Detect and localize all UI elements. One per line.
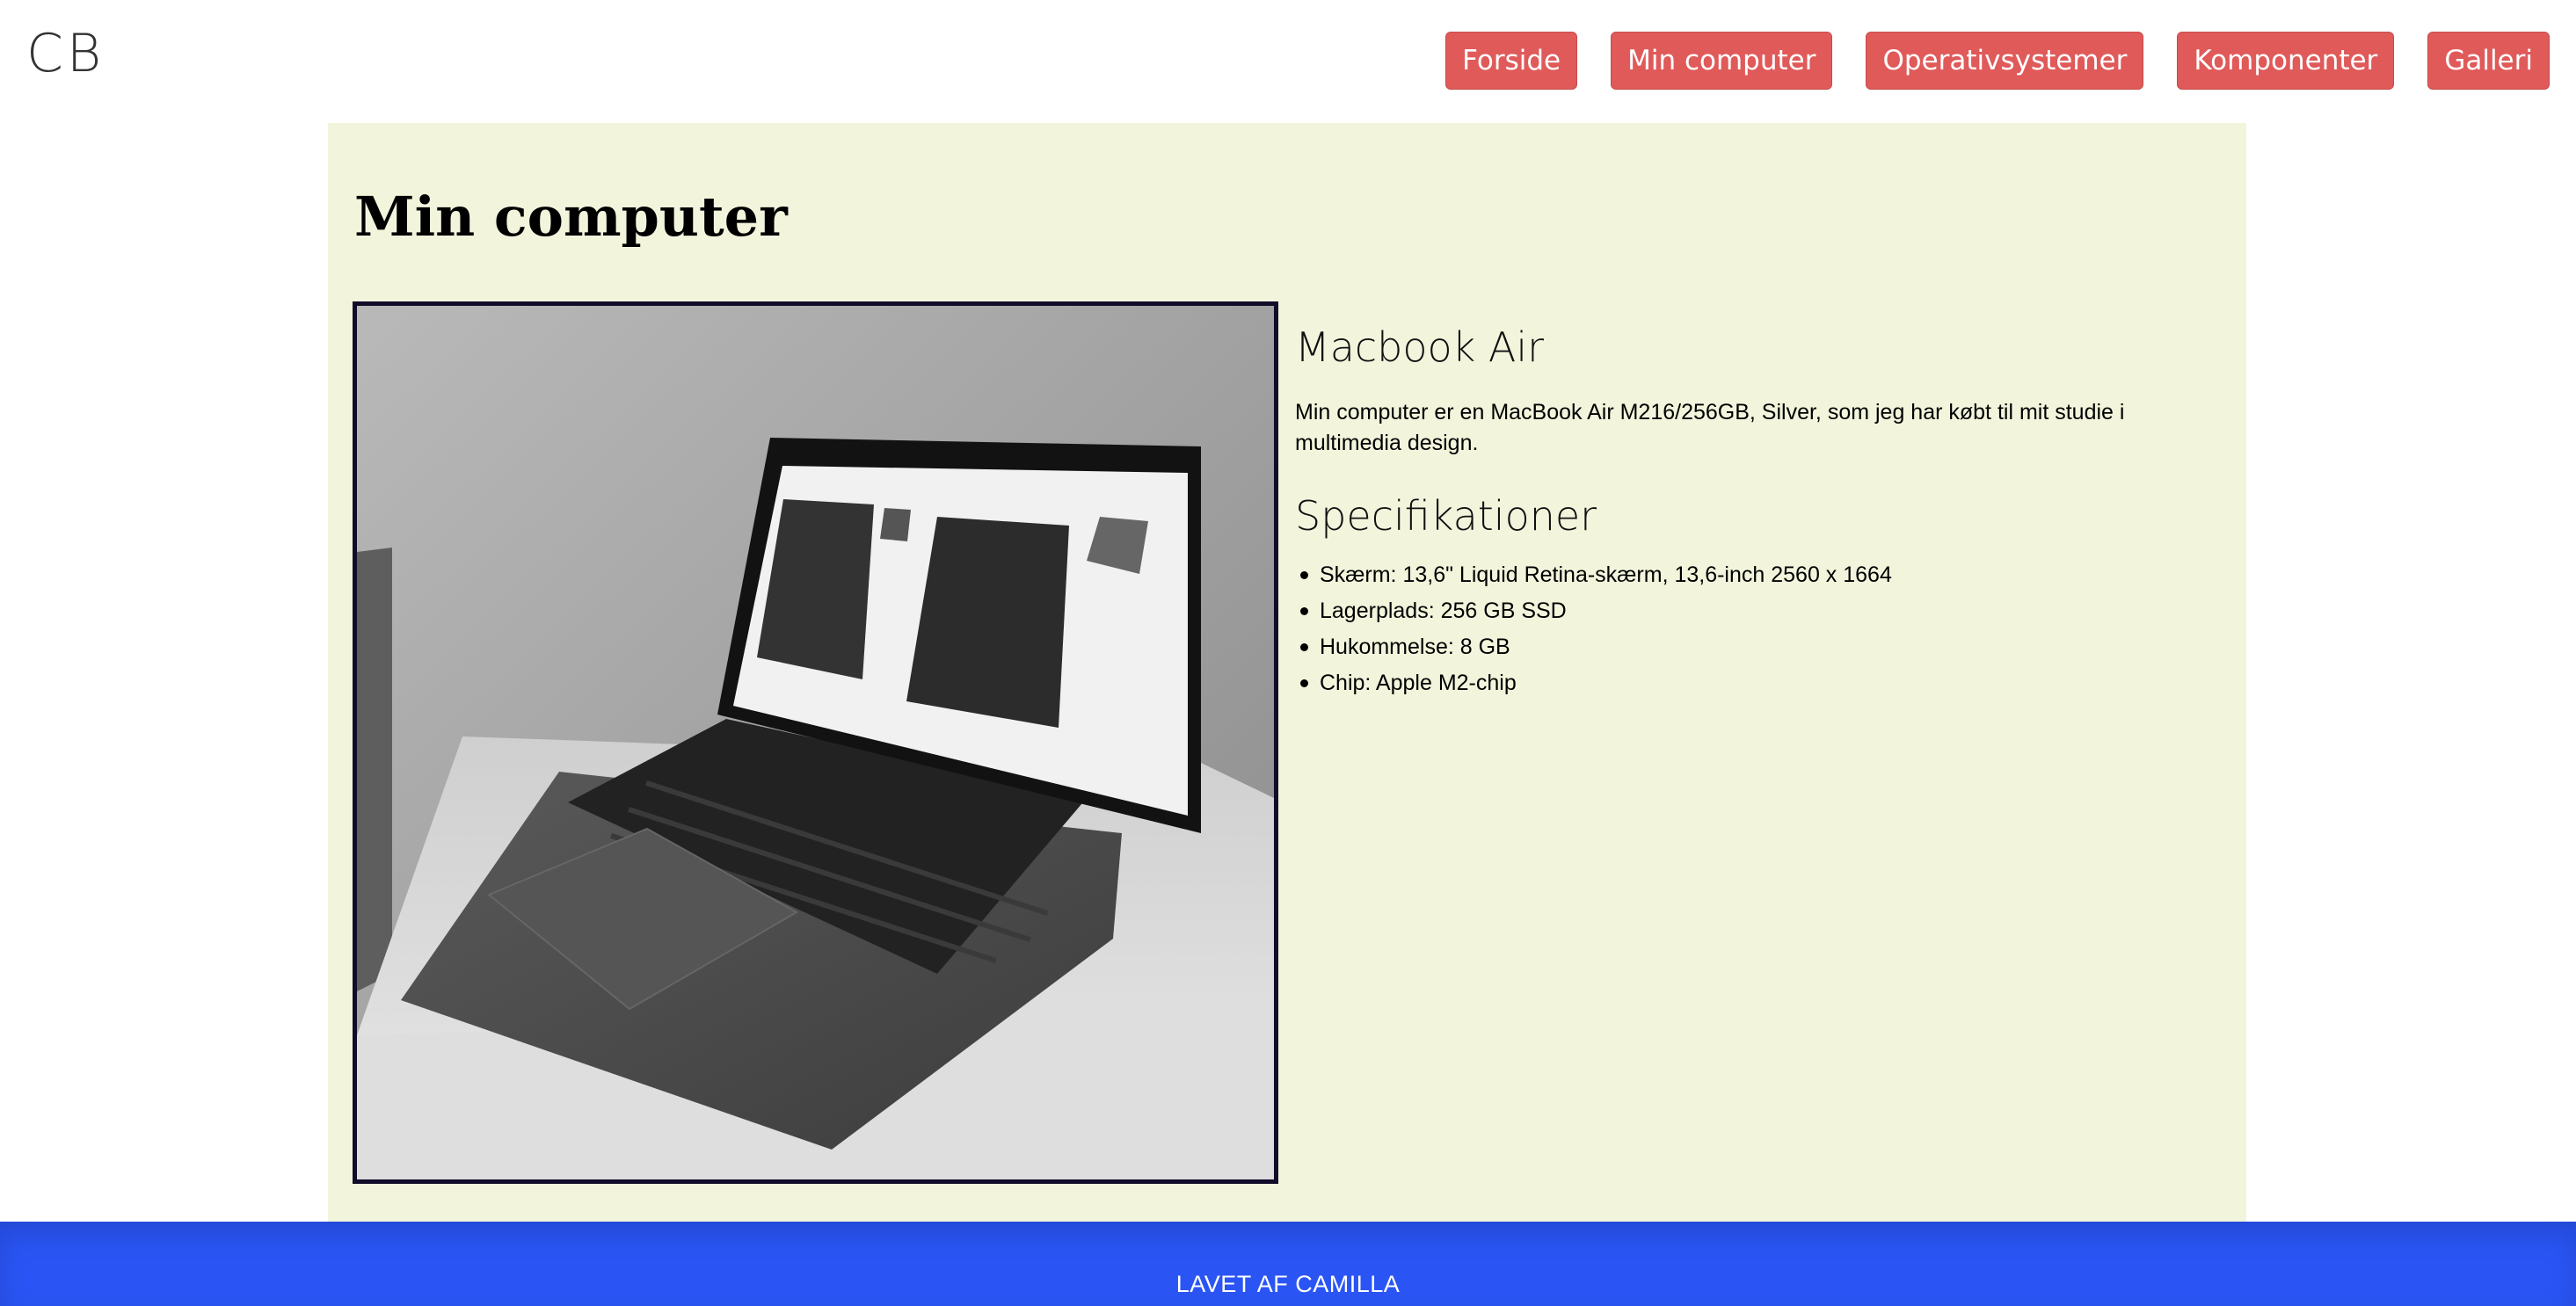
- product-title: Macbook Air: [1295, 323, 1545, 371]
- nav-galleri-button[interactable]: Galleri: [2427, 32, 2550, 90]
- main-content: Min computer Macbook Air Min computer er…: [328, 123, 2246, 1222]
- site-logo[interactable]: CB: [26, 23, 105, 84]
- nav-min-computer-button[interactable]: Min computer: [1611, 32, 1833, 90]
- laptop-photo: [353, 301, 1278, 1184]
- spec-item-storage: Lagerplads: 256 GB SSD: [1295, 593, 2209, 629]
- nav-forside-button[interactable]: Forside: [1445, 32, 1578, 90]
- product-description: Min computer er en MacBook Air M216/256G…: [1295, 400, 2125, 455]
- product-info: Macbook Air Min computer er en MacBook A…: [1295, 316, 2209, 701]
- specs-list: Skærm: 13,6" Liquid Retina-skærm, 13,6-i…: [1295, 557, 2209, 701]
- main-nav: Forside Min computer Operativsystemer Ko…: [1445, 32, 2550, 90]
- page-title: Min computer: [354, 185, 788, 249]
- spec-item-screen: Skærm: 13,6" Liquid Retina-skærm, 13,6-i…: [1295, 557, 2209, 593]
- laptop-photo-illustration: [357, 306, 1274, 1179]
- spec-item-memory: Hukommelse: 8 GB: [1295, 629, 2209, 665]
- nav-komponenter-button[interactable]: Komponenter: [2177, 32, 2395, 90]
- nav-operativsystemer-button[interactable]: Operativsystemer: [1866, 32, 2144, 90]
- spec-item-chip: Chip: Apple M2-chip: [1295, 665, 2209, 701]
- site-footer: LAVET AF CAMILLA: [0, 1222, 2576, 1306]
- footer-credit: LAVET AF CAMILLA: [1175, 1271, 1401, 1297]
- site-header: CB Forside Min computer Operativsystemer…: [0, 0, 2576, 123]
- specs-title: Specifikationer: [1295, 492, 1597, 540]
